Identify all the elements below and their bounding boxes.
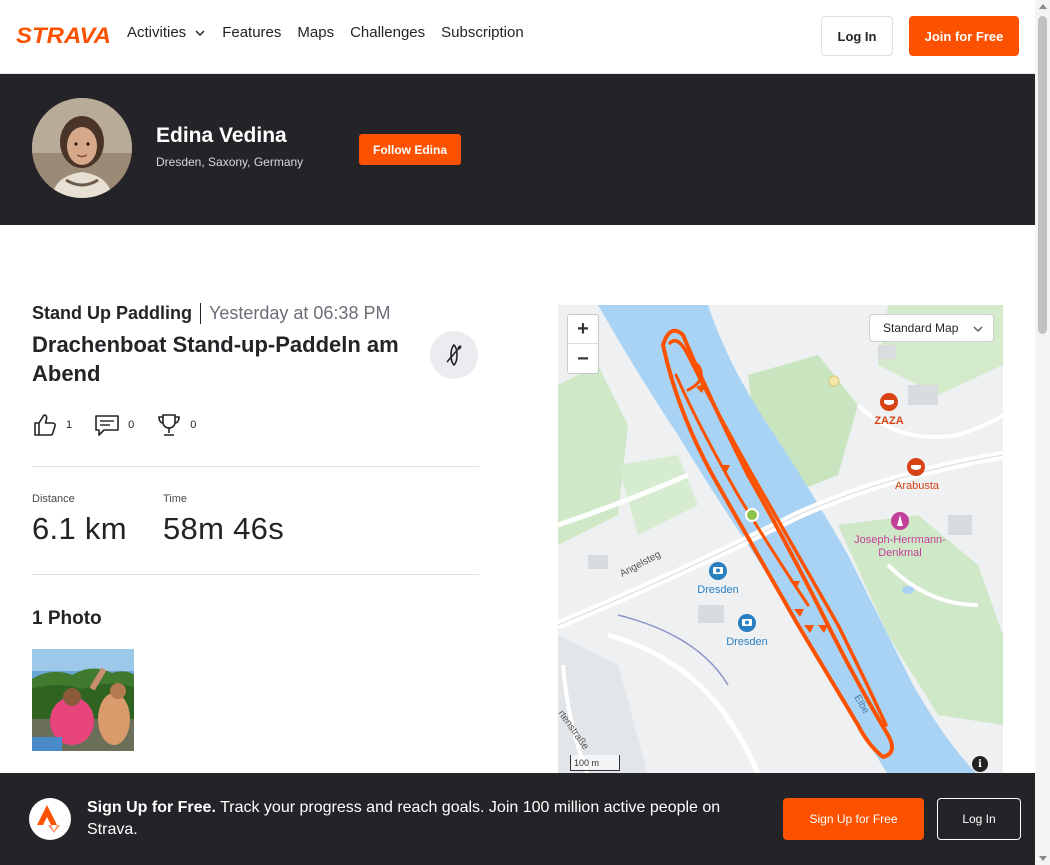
stat-time-value: 58m 46s	[163, 511, 284, 546]
nav-activities[interactable]: Activities	[127, 24, 206, 41]
svg-text:STRAVA: STRAVA	[16, 24, 111, 46]
comments-button[interactable]: 0	[94, 412, 134, 438]
athlete-name[interactable]: Edina Vedina	[156, 124, 287, 148]
svg-text:Denkmal: Denkmal	[878, 547, 921, 559]
activity-type: Stand Up Paddling	[32, 302, 201, 324]
map-building	[878, 345, 896, 359]
map-canvas[interactable]: ZAZA Arabusta Joseph-Herrmann- Denkmal D…	[558, 305, 1003, 775]
svg-text:ZAZA: ZAZA	[874, 415, 903, 427]
route-start-marker[interactable]	[745, 508, 759, 522]
map-building	[698, 605, 724, 623]
activity-time: Yesterday at 06:38 PM	[209, 302, 391, 323]
thumbs-up-icon	[34, 414, 56, 436]
map-building	[948, 515, 972, 535]
nav-maps[interactable]: Maps	[297, 24, 334, 41]
activity-title: Drachenboat Stand-up-Paddeln am Abend	[32, 332, 399, 386]
map-building	[588, 555, 608, 569]
chevron-down-icon	[973, 326, 983, 332]
top-navigation: STRAVA Activities Features Maps Challeng…	[0, 0, 1035, 74]
nav-subscription[interactable]: Subscription	[441, 24, 524, 41]
strava-logo[interactable]: STRAVA	[16, 24, 112, 46]
banner-headline: Sign Up for Free.	[87, 799, 216, 816]
nav-challenges[interactable]: Challenges	[350, 24, 425, 41]
stat-time: Time 58m 46s	[163, 493, 284, 547]
route-map[interactable]: ZAZA Arabusta Joseph-Herrmann- Denkmal D…	[558, 305, 1003, 775]
kudos-button[interactable]: 1	[32, 412, 72, 438]
svg-text:Arabusta: Arabusta	[895, 480, 940, 492]
zoom-in-button[interactable]: +	[568, 315, 598, 344]
paddleboard-icon	[446, 344, 462, 366]
join-button[interactable]: Join for Free	[909, 16, 1019, 56]
comment-icon	[95, 415, 119, 436]
nav-activities-label: Activities	[127, 24, 187, 41]
login-button[interactable]: Log In	[821, 16, 893, 56]
map-scale: 100 m	[570, 755, 620, 771]
comments-count: 0	[128, 419, 135, 431]
scrollbar[interactable]	[1035, 0, 1050, 865]
map-building	[908, 385, 938, 405]
scroll-up-arrow-icon[interactable]	[1039, 4, 1047, 9]
stat-time-label: Time	[163, 493, 188, 505]
social-stats: 1 0 0	[32, 412, 196, 438]
svg-text:Dresden: Dresden	[726, 636, 768, 648]
activity-photo	[32, 649, 134, 751]
scroll-down-arrow-icon[interactable]	[1039, 856, 1047, 861]
zoom-out-button[interactable]: −	[568, 345, 598, 374]
divider	[32, 466, 479, 467]
stat-distance-label: Distance	[32, 493, 75, 505]
achievements-count: 0	[190, 419, 197, 431]
strava-logo-icon	[29, 798, 71, 840]
map-type-select[interactable]: Standard Map	[869, 314, 994, 342]
map-poi-dot	[828, 375, 840, 387]
stat-distance: Distance 6.1 km	[32, 493, 127, 547]
banner-text: Sign Up for Free. Track your progress an…	[87, 797, 767, 841]
scroll-thumb[interactable]	[1038, 16, 1047, 334]
divider	[32, 574, 479, 575]
map-pond	[902, 586, 914, 594]
svg-text:Joseph-Herrmann-: Joseph-Herrmann-	[854, 534, 946, 546]
kudos-count: 1	[66, 419, 73, 431]
signup-button[interactable]: Sign Up for Free	[783, 798, 924, 840]
zoom-control: + −	[567, 314, 599, 374]
achievements-button[interactable]: 0	[156, 412, 196, 438]
photos-heading: 1 Photo	[32, 608, 102, 629]
banner-login-button[interactable]: Log In	[937, 798, 1021, 840]
activity-meta: Stand Up Paddling Yesterday at 06:38 PM	[32, 299, 390, 327]
sport-type-badge	[430, 331, 478, 379]
nav-features[interactable]: Features	[222, 24, 281, 41]
map-type-label: Standard Map	[883, 321, 959, 335]
stat-distance-value: 6.1 km	[32, 511, 127, 546]
photo-thumbnail[interactable]	[32, 649, 134, 751]
nav-links: Activities Features Maps Challenges Subs…	[127, 24, 524, 41]
chevron-down-icon	[195, 29, 205, 36]
svg-text:Dresden: Dresden	[697, 584, 739, 596]
athlete-header: Edina Vedina Dresden, Saxony, Germany Fo…	[0, 74, 1035, 225]
trophy-icon	[158, 414, 181, 436]
avatar[interactable]	[32, 98, 132, 198]
follow-button[interactable]: Follow Edina	[359, 134, 461, 165]
avatar-image	[32, 98, 132, 198]
signup-banner: Sign Up for Free. Track your progress an…	[0, 773, 1035, 865]
info-icon[interactable]: i	[972, 756, 988, 772]
athlete-location: Dresden, Saxony, Germany	[156, 155, 304, 169]
